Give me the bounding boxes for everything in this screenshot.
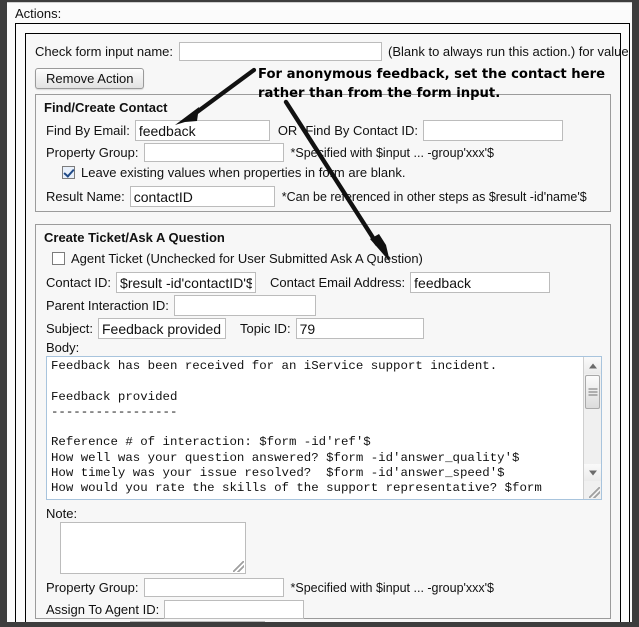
topic-id-label: Topic ID: xyxy=(239,321,291,336)
annotation-text: For anonymous feedback, set the contact … xyxy=(258,67,606,101)
form-page: Actions: Check form input name: (Blank t… xyxy=(7,2,632,622)
remove-action-button[interactable]: Remove Action xyxy=(35,68,145,89)
check-form-input-label: Check form input name: xyxy=(35,44,174,59)
find-by-email-label: Find By Email: xyxy=(46,123,130,138)
assign-to-agent-input[interactable] xyxy=(164,600,305,619)
leave-existing-checkbox[interactable] xyxy=(62,166,75,179)
find-create-contact-fieldset: Find/Create Contact Find By Email: OR Fi… xyxy=(35,94,611,212)
ticket-property-group-label: Property Group: xyxy=(46,580,139,595)
contact-result-name-label: Result Name: xyxy=(46,189,125,204)
parent-interaction-row: Parent Interaction ID: xyxy=(46,295,316,316)
agent-ticket-label: Agent Ticket (Unchecked for User Submitt… xyxy=(71,251,423,266)
body-textarea[interactable]: Feedback has been received for an iServi… xyxy=(46,356,602,500)
subject-label: Subject: xyxy=(46,321,93,336)
find-by-email-row: Find By Email: OR Find By Contact ID: xyxy=(46,120,564,141)
contact-id-input[interactable] xyxy=(116,272,257,293)
blank-hint: (Blank to always run this action.) for v… xyxy=(388,44,632,59)
contact-property-group-input[interactable] xyxy=(143,143,284,162)
assign-to-agent-label: Assign To Agent ID: xyxy=(46,602,160,617)
agent-ticket-checkbox[interactable] xyxy=(52,252,65,265)
agent-ticket-row[interactable]: Agent Ticket (Unchecked for User Submitt… xyxy=(52,251,423,266)
contact-result-name-row: Result Name: *Can be referenced in other… xyxy=(46,186,587,207)
parent-interaction-input[interactable] xyxy=(173,295,316,316)
actions-label: Actions: xyxy=(15,6,62,21)
find-by-contact-id-input[interactable] xyxy=(423,120,564,141)
contact-email-label: Contact Email Address: xyxy=(270,275,406,290)
scroll-down-arrow-icon[interactable] xyxy=(584,464,601,481)
contact-property-group-row: Property Group: *Specified with $input .… xyxy=(46,143,494,162)
leave-existing-label: Leave existing values when properties in… xyxy=(81,165,406,180)
check-form-input-row: Check form input name: (Blank to always … xyxy=(35,42,632,61)
contact-email-input[interactable] xyxy=(410,272,551,293)
parent-interaction-label: Parent Interaction ID: xyxy=(46,298,169,313)
find-by-contact-id-label: Find By Contact ID: xyxy=(305,123,419,138)
ticket-result-name-row: Result Name: *Can be referenced in other… xyxy=(46,621,577,622)
find-create-contact-legend: Find/Create Contact xyxy=(44,100,168,115)
contact-result-name-hint: *Can be referenced in other steps as $re… xyxy=(281,189,587,204)
action-block: Check form input name: (Blank to always … xyxy=(25,33,632,622)
contact-property-group-hint: *Specified with $input ... -group'xxx'$ xyxy=(290,145,495,160)
check-form-input-field[interactable] xyxy=(179,42,383,61)
body-scrollbar[interactable] xyxy=(583,357,601,499)
body-text: Feedback has been received for an iServi… xyxy=(51,359,542,496)
subject-row: Subject: Topic ID: xyxy=(46,318,424,339)
note-label: Note: xyxy=(46,506,78,521)
browser-frame: Actions: Check form input name: (Blank t… xyxy=(0,0,639,627)
assign-to-agent-row: Assign To Agent ID: xyxy=(46,600,305,619)
ticket-property-group-input[interactable] xyxy=(143,578,284,597)
or-label: OR xyxy=(277,123,298,138)
ticket-property-group-row: Property Group: *Specified with $input .… xyxy=(46,578,494,597)
ticket-property-group-hint: *Specified with $input ... -group'xxx'$ xyxy=(290,580,495,595)
leave-existing-row[interactable]: Leave existing values when properties in… xyxy=(62,165,405,180)
resize-grip-icon[interactable] xyxy=(589,487,600,498)
topic-id-input[interactable] xyxy=(295,318,424,339)
scroll-up-arrow-icon[interactable] xyxy=(584,357,601,374)
contact-result-name-input[interactable] xyxy=(129,186,275,207)
actions-container: Check form input name: (Blank to always … xyxy=(15,23,632,622)
subject-input[interactable] xyxy=(97,318,226,339)
contact-id-label: Contact ID: xyxy=(46,275,112,290)
note-textarea[interactable] xyxy=(60,522,246,574)
contact-id-row: Contact ID: Contact Email Address: xyxy=(46,272,551,293)
body-label: Body: xyxy=(46,340,80,355)
create-ticket-fieldset: Create Ticket/Ask A Question Agent Ticke… xyxy=(35,224,611,622)
ticket-result-name-input[interactable] xyxy=(129,621,265,622)
contact-property-group-label: Property Group: xyxy=(46,145,139,160)
scrollbar-thumb[interactable] xyxy=(585,375,600,409)
create-ticket-legend: Create Ticket/Ask A Question xyxy=(44,230,225,245)
find-by-email-input[interactable] xyxy=(134,120,270,141)
note-resize-grip-icon[interactable] xyxy=(233,561,244,572)
